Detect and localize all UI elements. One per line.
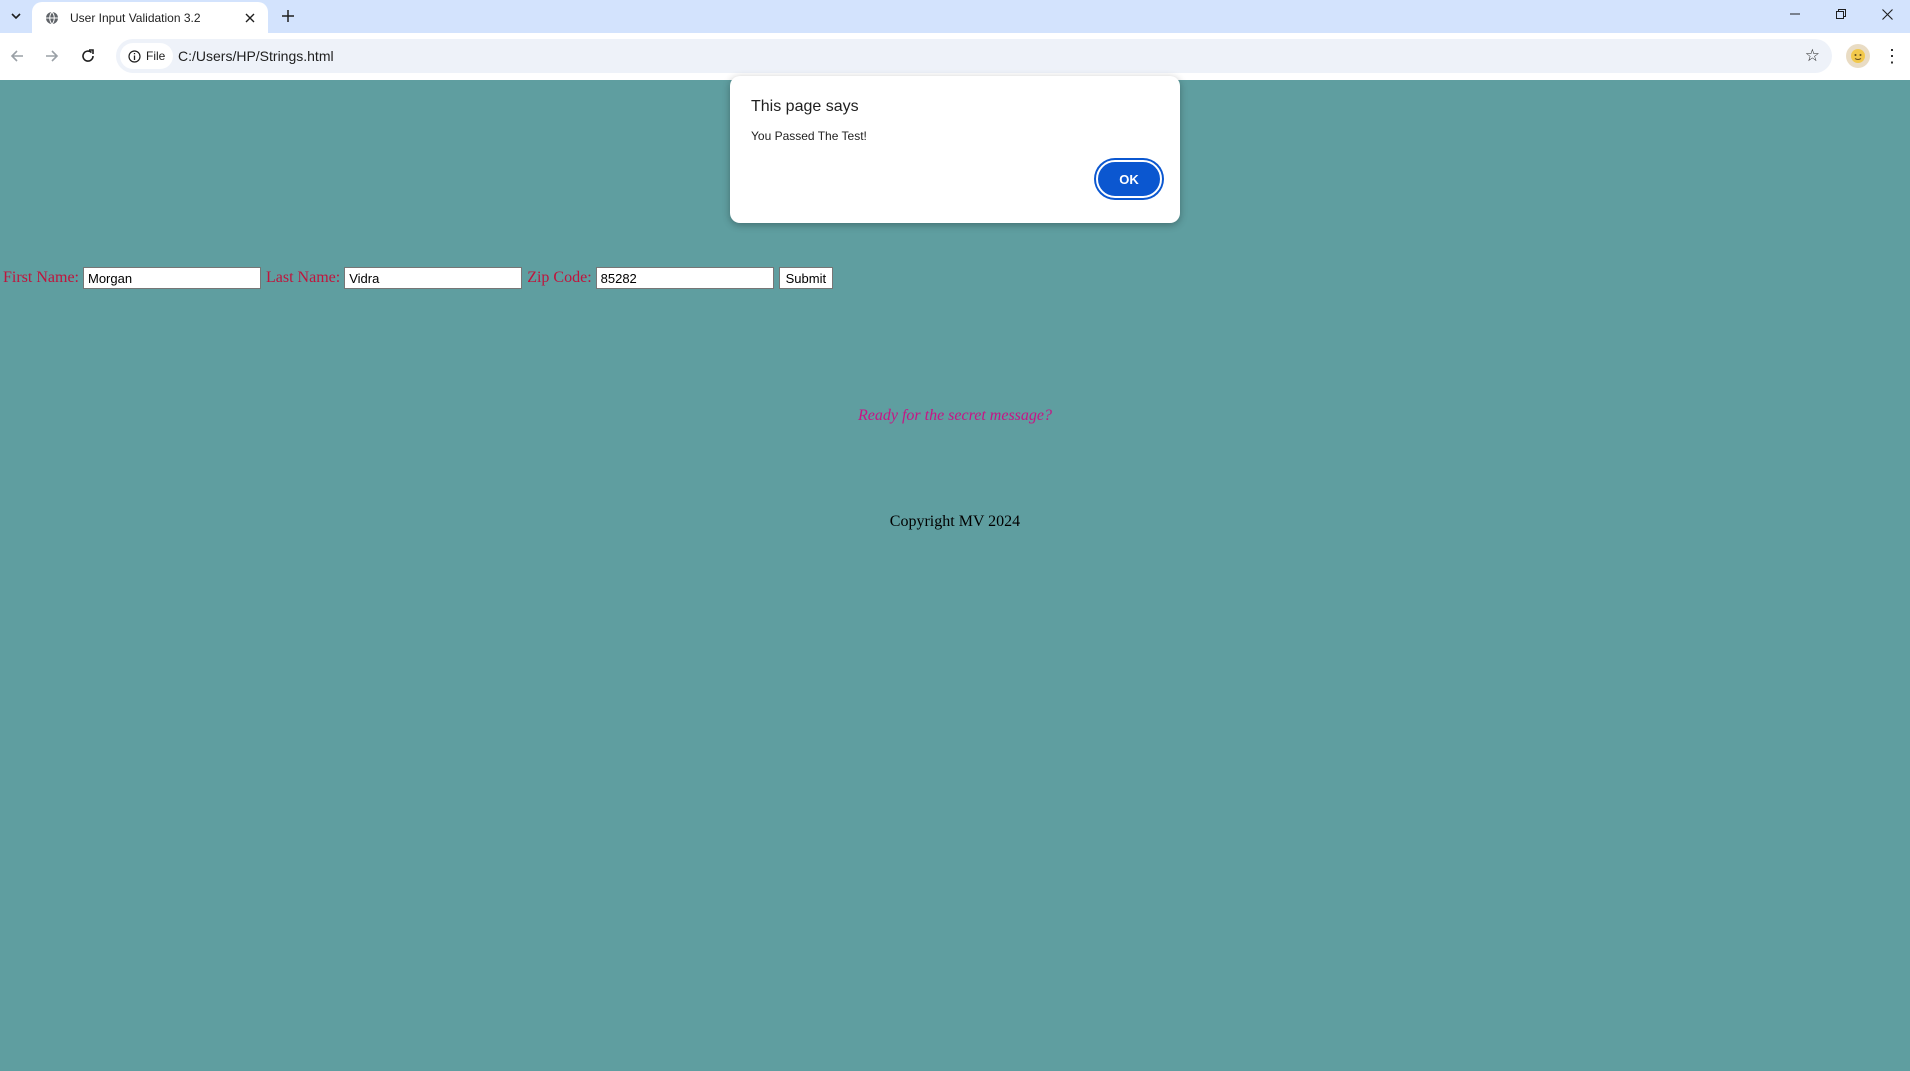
reload-icon [82, 49, 94, 62]
chevron-down-icon [11, 13, 21, 20]
zip-code-label: Zip Code: [527, 269, 592, 286]
last-name-field[interactable] [344, 267, 523, 289]
user-form: First Name: Last Name: Zip Code: Submit [3, 267, 834, 289]
submit-button[interactable]: Submit [778, 267, 834, 289]
secret-message-text: Ready for the secret message? [857, 407, 1052, 424]
restore-icon [1836, 9, 1846, 19]
close-icon[interactable] [240, 8, 260, 28]
reload-button[interactable] [74, 42, 102, 70]
profile-face-icon [1851, 49, 1865, 63]
back-button[interactable] [3, 42, 31, 70]
star-icon[interactable]: ☆ [1805, 39, 1820, 73]
close-icon [1881, 8, 1893, 20]
site-chip-label: File [146, 49, 166, 63]
plus-icon [282, 10, 294, 22]
tab-strip: User Input Validation 3.2 [0, 0, 1910, 33]
copyright-text: Copyright MV 2024 [889, 513, 1021, 530]
close-window-button[interactable] [1864, 0, 1910, 28]
zip-code-field[interactable] [595, 267, 774, 289]
first-name-field[interactable] [83, 267, 261, 289]
last-name-label: Last Name: [266, 269, 341, 286]
url-text[interactable]: C:/Users/HP/Strings.html [178, 39, 334, 73]
minimize-button[interactable] [1772, 0, 1818, 28]
first-name-label: First Name: [3, 269, 79, 286]
new-tab-button[interactable] [276, 4, 300, 28]
arrow-right-icon [46, 50, 59, 62]
address-bar[interactable]: File C:/Users/HP/Strings.html ☆ [116, 39, 1832, 73]
tab-title: User Input Validation 3.2 [70, 10, 201, 25]
info-icon [128, 49, 141, 63]
dialog-message: You Passed The Test! [751, 129, 867, 143]
browser-toolbar: File C:/Users/HP/Strings.html ☆ ⋮ [0, 33, 1910, 80]
alert-dialog: This page says You Passed The Test! OK [730, 76, 1180, 223]
arrow-left-icon [10, 50, 23, 62]
globe-icon [44, 10, 60, 26]
tab-search-button[interactable] [4, 4, 28, 28]
page-content: First Name: Last Name: Zip Code: Submit … [0, 80, 1910, 1071]
window-controls [1772, 0, 1910, 28]
restore-button[interactable] [1818, 0, 1864, 28]
minimize-icon [1790, 13, 1800, 15]
browser-tab[interactable]: User Input Validation 3.2 [32, 2, 268, 33]
avatar[interactable] [1846, 44, 1870, 68]
ok-button[interactable]: OK [1096, 160, 1162, 198]
dialog-title: This page says [751, 98, 859, 115]
forward-button[interactable] [38, 42, 66, 70]
kebab-menu-icon[interactable]: ⋮ [1880, 42, 1904, 70]
site-info-chip[interactable]: File [120, 43, 174, 69]
